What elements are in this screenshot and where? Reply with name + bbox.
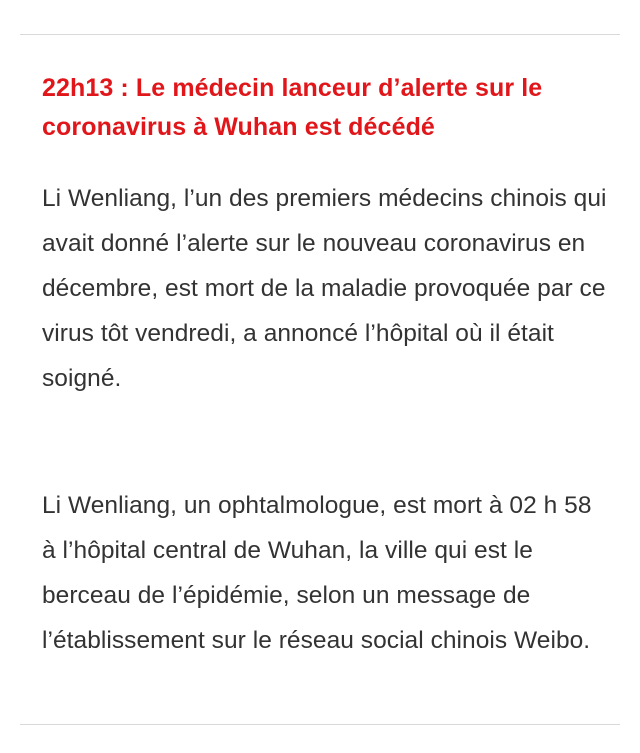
news-entry: 22h13 : Le médecin lanceur d’alerte sur … xyxy=(20,34,620,725)
entry-headline: 22h13 : Le médecin lanceur d’alerte sur … xyxy=(42,74,543,141)
entry-paragraph-1: Li Wenliang, l’un des premiers médecins … xyxy=(42,185,607,392)
entry-paragraph-2: Li Wenliang, un ophtalmologue, est mort … xyxy=(42,492,592,654)
